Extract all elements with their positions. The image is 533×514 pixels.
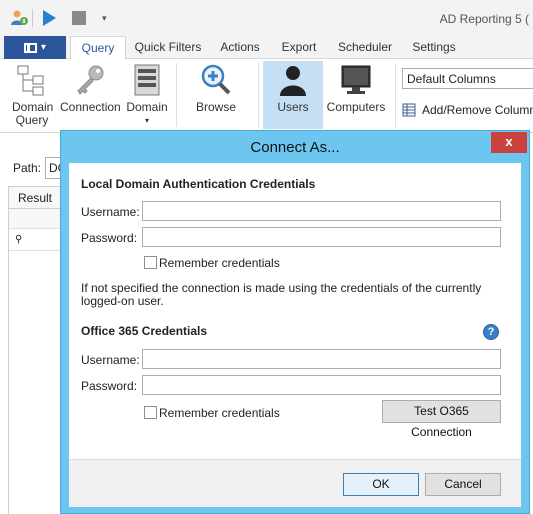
credentials-note: If not specified the connection is made … bbox=[81, 281, 482, 308]
ok-button[interactable]: OK bbox=[343, 473, 419, 496]
local-remember-checkbox[interactable] bbox=[144, 256, 157, 269]
chevron-down-icon: ▾ bbox=[40, 42, 47, 53]
dialog-footer: OK Cancel bbox=[69, 459, 521, 507]
computers-button[interactable]: Computers bbox=[326, 61, 386, 129]
domain-query-label: Domain Query bbox=[12, 100, 54, 127]
menu-icon bbox=[23, 42, 37, 53]
domain-label: Domain bbox=[126, 100, 168, 114]
connection-label: Connection bbox=[60, 100, 121, 114]
cancel-button[interactable]: Cancel bbox=[425, 473, 501, 496]
local-credentials-heading: Local Domain Authentication Credentials bbox=[81, 177, 316, 191]
tab-settings[interactable]: Settings bbox=[408, 36, 460, 59]
o365-remember-label: Remember credentials bbox=[159, 406, 280, 420]
close-button[interactable]: x bbox=[491, 132, 527, 153]
users-label: Users bbox=[277, 100, 309, 114]
computers-label: Computers bbox=[326, 100, 386, 114]
local-password-label: Password: bbox=[81, 231, 138, 245]
connection-button[interactable]: Connection bbox=[60, 61, 121, 129]
file-menu-button[interactable]: ▾ bbox=[4, 36, 66, 59]
ribbon-separator bbox=[176, 63, 177, 127]
server-icon bbox=[130, 63, 164, 97]
domain-query-button[interactable]: Domain Query bbox=[6, 61, 58, 129]
domain-dropdown-icon: ▾ bbox=[144, 116, 149, 125]
key-icon bbox=[72, 63, 106, 97]
path-label: Path: bbox=[13, 161, 42, 175]
o365-credentials-heading: Office 365 Credentials bbox=[81, 324, 208, 338]
browse-label: Browse bbox=[195, 100, 236, 114]
o365-remember-checkbox[interactable] bbox=[144, 406, 157, 419]
local-username-label: Username: bbox=[81, 205, 140, 219]
local-username-field[interactable] bbox=[142, 201, 501, 221]
local-password-field[interactable] bbox=[142, 227, 501, 247]
tab-scheduler[interactable]: Scheduler bbox=[336, 36, 394, 59]
ribbon-separator bbox=[395, 63, 396, 127]
connect-as-dialog: Connect As... x Local Domain Authenticat… bbox=[60, 130, 530, 514]
user-info-icon[interactable] bbox=[10, 9, 28, 27]
filter-pin-icon: ⚲ bbox=[15, 234, 23, 245]
local-remember-label: Remember credentials bbox=[159, 256, 280, 270]
add-remove-columns-button[interactable]: Add/Remove Columns bbox=[402, 102, 533, 118]
monitor-icon bbox=[339, 63, 373, 97]
magnifier-add-icon bbox=[199, 63, 233, 97]
users-button[interactable]: Users bbox=[263, 61, 323, 129]
tab-export[interactable]: Export bbox=[277, 36, 321, 59]
result-header: Result bbox=[9, 187, 63, 209]
title-bar: ▾ AD Reporting 5 ( bbox=[0, 0, 533, 36]
domain-button[interactable]: Domain ▾ bbox=[124, 61, 170, 129]
filter-row[interactable]: ⚲ bbox=[9, 229, 63, 251]
tab-actions[interactable]: Actions bbox=[216, 36, 264, 59]
ribbon-separator bbox=[258, 63, 259, 127]
result-grid: Result ⚲ bbox=[8, 186, 64, 514]
o365-username-field[interactable] bbox=[142, 349, 501, 369]
browse-button[interactable]: Browse bbox=[190, 61, 242, 129]
test-o365-connection-button[interactable]: Test O365 Connection bbox=[382, 400, 501, 439]
add-remove-columns-label: Add/Remove Columns bbox=[422, 103, 533, 117]
o365-password-field[interactable] bbox=[142, 375, 501, 395]
ribbon-tabs: ▾ Query Quick Filters Actions Export Sch… bbox=[0, 36, 533, 60]
user-icon bbox=[276, 63, 310, 97]
columns-select[interactable]: Default Columns bbox=[402, 68, 533, 89]
dialog-title: Connect As... bbox=[250, 139, 340, 156]
o365-username-label: Username: bbox=[81, 353, 140, 367]
ribbon: Domain Query Connection Domain ▾ Browse … bbox=[0, 59, 533, 133]
customize-toolbar-icon[interactable]: ▾ bbox=[102, 9, 120, 27]
separator bbox=[32, 9, 33, 27]
dialog-body: Local Domain Authentication Credentials … bbox=[69, 163, 521, 507]
help-icon[interactable]: ? bbox=[483, 324, 499, 340]
path-bar: Path: DC bbox=[5, 155, 69, 181]
columns-icon bbox=[402, 103, 416, 117]
stop-icon[interactable] bbox=[70, 9, 88, 27]
hierarchy-icon bbox=[15, 63, 49, 97]
tab-quick-filters[interactable]: Quick Filters bbox=[133, 36, 203, 59]
o365-password-label: Password: bbox=[81, 379, 138, 393]
run-icon[interactable] bbox=[40, 9, 58, 27]
tab-query[interactable]: Query bbox=[70, 36, 126, 60]
app-title: AD Reporting 5 ( bbox=[439, 12, 529, 26]
grid-column-header bbox=[9, 209, 63, 229]
